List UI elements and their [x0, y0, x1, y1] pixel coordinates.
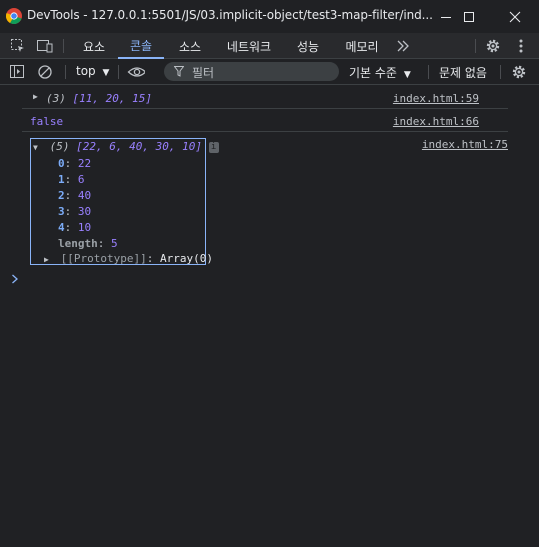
- console-prompt[interactable]: [11, 273, 19, 288]
- tab-elements[interactable]: 요소: [74, 33, 114, 59]
- console-message[interactable]: ▶ (3) [11, 20, 15] index.html:59: [0, 92, 510, 108]
- device-mode-icon: [37, 40, 53, 53]
- array-item: 1: 6: [58, 173, 85, 186]
- array-item: 4: 10: [58, 221, 92, 234]
- more-vertical-icon: [519, 39, 523, 53]
- toolbar-divider: [428, 65, 429, 79]
- issues-counter[interactable]: 문제 없음: [439, 64, 487, 81]
- sidebar-panel-icon: [10, 65, 24, 78]
- source-link[interactable]: index.html:66: [393, 115, 479, 128]
- eye-icon: [127, 67, 145, 77]
- chevron-down-icon: ▼: [102, 68, 110, 78]
- array-values-preview: [22, 6, 40, 30, 10]: [76, 140, 202, 153]
- toolbar-divider: [118, 65, 119, 79]
- window-titlebar: DevTools - 127.0.0.1:5501/JS/03.implicit…: [0, 0, 539, 33]
- chevron-down-icon: ▼: [403, 70, 411, 80]
- maximize-icon: [464, 11, 474, 22]
- more-tabs-button[interactable]: [394, 37, 412, 55]
- clear-icon: [38, 65, 52, 79]
- array-item: 3: 30: [58, 205, 92, 218]
- filter-input[interactable]: 필터: [164, 62, 339, 81]
- message-divider: [22, 108, 508, 109]
- array-length-preview: (3): [46, 92, 66, 105]
- array-header[interactable]: ▼ (5) [22, 6, 40, 30, 10] i: [33, 140, 219, 153]
- close-icon: [509, 11, 521, 22]
- tab-memory[interactable]: 메모리: [334, 33, 390, 59]
- device-toggle-button[interactable]: [36, 37, 54, 55]
- maximize-button[interactable]: [446, 0, 492, 33]
- console-messages: ▶ (3) [11, 20, 15] index.html:59 false i…: [0, 86, 539, 547]
- expand-triangle-icon[interactable]: ▶: [44, 255, 54, 264]
- clear-console-button[interactable]: [36, 63, 54, 81]
- log-level-select[interactable]: 기본 수준 ▼: [349, 64, 411, 81]
- expanded-array-object[interactable]: ▼ (5) [22, 6, 40, 30, 10] i 0: 22 1: 6 2…: [30, 138, 219, 265]
- collapse-triangle-icon[interactable]: ▼: [33, 143, 43, 152]
- array-length-preview: (5): [49, 140, 70, 153]
- prompt-chevron-icon: [12, 274, 18, 284]
- console-message: false index.html:66: [0, 115, 510, 131]
- tab-sources[interactable]: 소스: [168, 33, 212, 59]
- close-window-button[interactable]: [492, 0, 538, 33]
- filter-icon: [174, 66, 184, 77]
- source-link[interactable]: index.html:75: [422, 138, 508, 151]
- expand-triangle-icon[interactable]: ▶: [33, 92, 43, 101]
- message-divider: [22, 131, 508, 132]
- array-item: 0: 22: [58, 157, 92, 170]
- console-settings-button[interactable]: [510, 63, 528, 81]
- inspect-element-button[interactable]: [9, 37, 27, 55]
- array-item: 2: 40: [58, 189, 92, 202]
- gear-icon: [512, 65, 526, 79]
- customize-menu-button[interactable]: [512, 37, 530, 55]
- length-property: length: 5: [58, 237, 118, 250]
- boolean-value: false: [30, 115, 64, 128]
- settings-button[interactable]: [484, 37, 502, 55]
- prototype-property[interactable]: ▶ [[Prototype]]: Array(0): [44, 252, 213, 265]
- window-title: DevTools - 127.0.0.1:5501/JS/03.implicit…: [27, 8, 433, 22]
- toolbar-divider: [63, 39, 64, 53]
- toolbar-divider: [65, 65, 66, 79]
- tab-performance[interactable]: 성능: [286, 33, 330, 59]
- tab-network[interactable]: 네트워크: [216, 33, 282, 59]
- context-select[interactable]: top ▼: [76, 64, 109, 78]
- toolbar-divider: [475, 39, 476, 53]
- toolbar-divider: [500, 65, 501, 79]
- console-toolbar: top ▼ 필터 기본 수준 ▼ 문제 없음: [0, 59, 539, 85]
- chrome-logo-icon: [6, 8, 22, 24]
- sidebar-toggle-button[interactable]: [8, 63, 26, 81]
- info-icon[interactable]: i: [208, 141, 219, 153]
- chevron-double-right-icon: [397, 40, 409, 52]
- array-items: 0: 22 1: 6 2: 40 3: 30 4: 10 length: 5: [58, 156, 118, 252]
- source-link[interactable]: index.html:59: [393, 92, 479, 105]
- tab-console[interactable]: 콘솔: [118, 33, 164, 59]
- gear-icon: [486, 39, 500, 53]
- panel-tab-bar: 요소 콘솔 소스 네트워크 성능 메모리: [0, 33, 539, 59]
- inspect-icon: [11, 39, 24, 52]
- array-values-preview: [11, 20, 15]: [72, 92, 152, 105]
- live-expression-button[interactable]: [127, 63, 145, 81]
